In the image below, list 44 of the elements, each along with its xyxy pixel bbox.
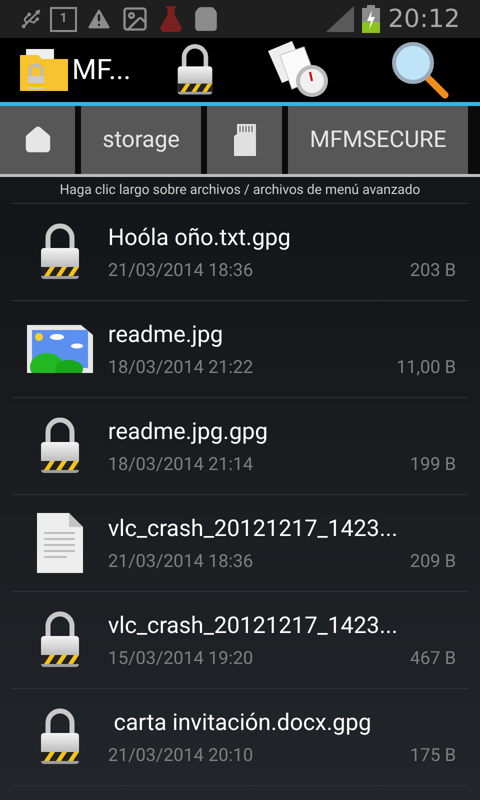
- file-size: 203 B: [410, 259, 456, 283]
- home-button[interactable]: [0, 106, 75, 174]
- file-date: 21/03/2014 18:36: [108, 259, 254, 283]
- file-name: readme.jpg.gpg: [108, 416, 269, 446]
- signal-icon: [326, 6, 354, 32]
- breadcrumb-button[interactable]: storage: [81, 106, 202, 174]
- file-row[interactable]: readme.jpg 18/03/2014 21:22 11,00 B: [12, 301, 468, 398]
- image-icon: [121, 5, 149, 33]
- padlock-icon: [38, 223, 82, 282]
- file-size: 209 B: [410, 550, 456, 574]
- file-row[interactable]: carta invitación.docx.gpg 21/03/2014 20:10 175 B: [12, 689, 468, 786]
- search-icon: [391, 41, 449, 99]
- file-row[interactable]: vlc_crash_20121217_1423... 15/03/2014 19:20 467 B: [12, 592, 468, 690]
- document-icon: [37, 513, 83, 574]
- file-name: carta invitación.docx.gpg: [112, 708, 372, 738]
- breadcrumb-button[interactable]: MFMSECURE: [288, 106, 468, 174]
- file-row[interactable]: vlc_crash_20121217_1423... 21/03/2014 18:36 209 B: [12, 495, 468, 592]
- file-name: vlc_crash_20121217_1423...: [108, 610, 399, 640]
- file-name: Hoóla oño.txt.gpg: [108, 222, 292, 252]
- hint-text: Haga clic largo sobre archivos / archivos de menú avanzado: [58, 181, 422, 200]
- file-row[interactable]: Hoóla oño.txt.gpg 21/03/2014 18:36 203 B: [12, 204, 468, 302]
- file-name: vlc_crash_20121217_1423...: [108, 514, 399, 544]
- file-date: 21/03/2014 18:36: [108, 550, 254, 574]
- sd-card-icon: [234, 124, 256, 156]
- file-date: 15/03/2014 19:20: [108, 647, 254, 671]
- padlock-icon: [38, 708, 82, 766]
- locked-folder-icon: [20, 47, 68, 93]
- padlock-icon: [38, 611, 82, 670]
- file-date: 21/03/2014 20:10: [108, 744, 254, 768]
- file-name: readme.jpg: [108, 320, 224, 350]
- file-date: 18/03/2014 21:14: [108, 453, 254, 477]
- file-size: 467 B: [410, 647, 456, 671]
- file-size: 11,00 B: [396, 356, 456, 380]
- padlock-icon: [38, 417, 82, 476]
- usb-icon: [20, 8, 42, 30]
- file-date: 18/03/2014 21:22: [108, 356, 254, 380]
- calendar-icon: 1: [50, 6, 77, 32]
- file-row[interactable]: readme.jpg.gpg 18/03/2014 21:14 199 B: [12, 398, 468, 496]
- file-size: 199 B: [410, 453, 456, 477]
- clock: 20:12: [388, 3, 460, 36]
- battery-icon: [362, 5, 380, 33]
- sd-card-button[interactable]: [207, 106, 282, 174]
- image-file-icon: [27, 325, 93, 374]
- file-size: 175 B: [410, 744, 456, 768]
